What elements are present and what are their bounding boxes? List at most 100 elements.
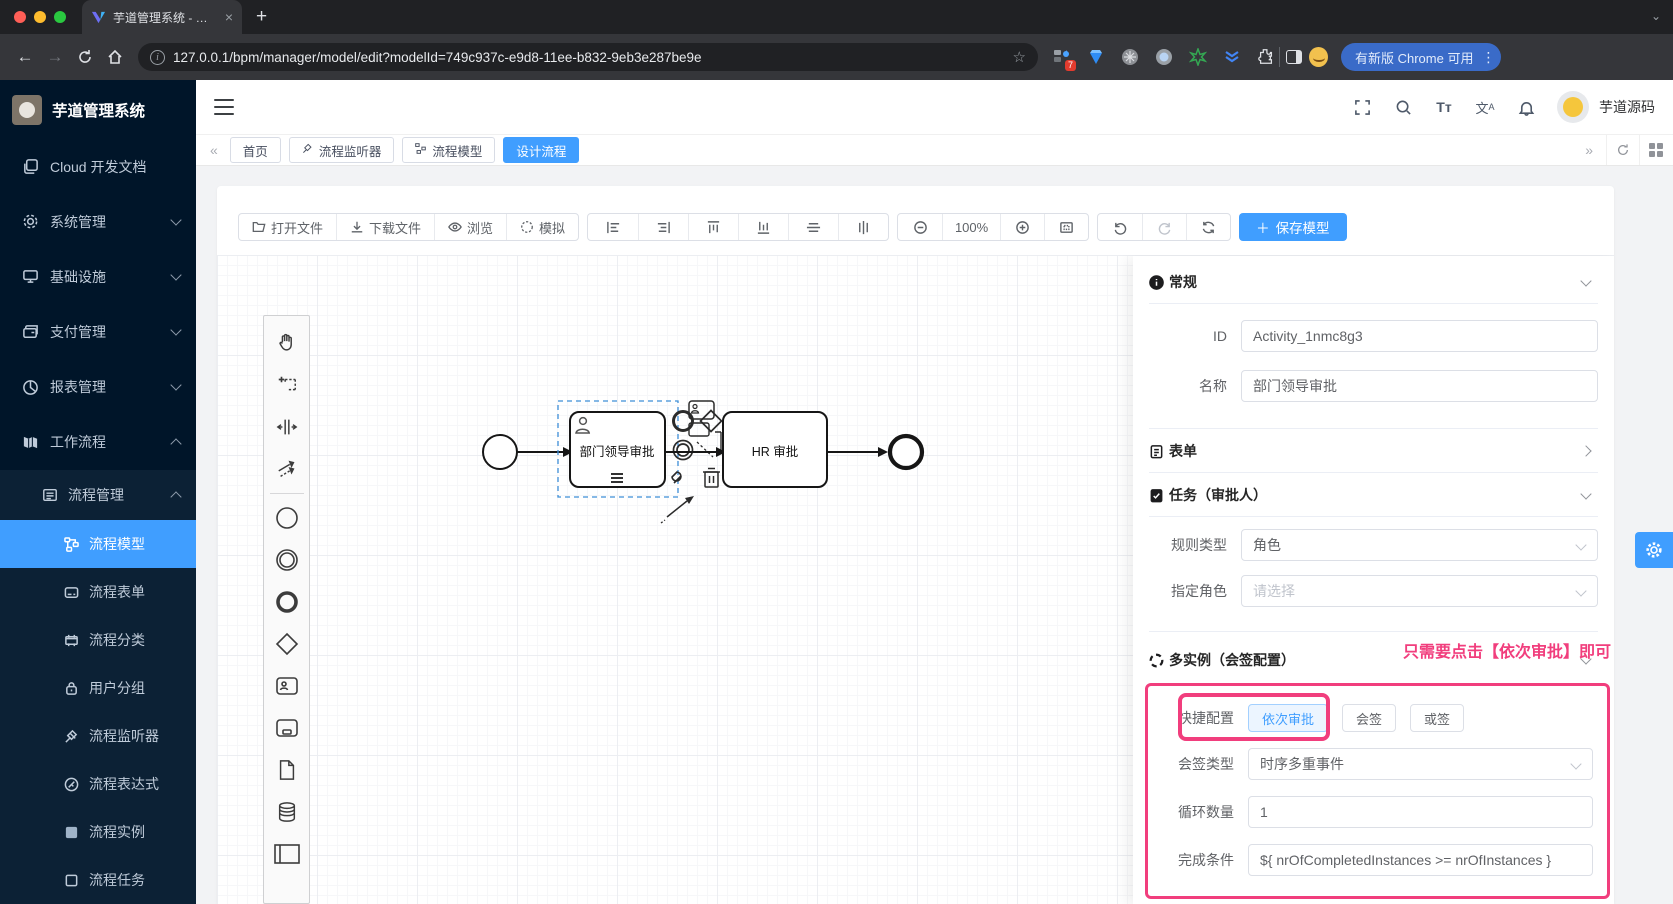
- sidebar-item-report[interactable]: 报表管理: [0, 360, 196, 415]
- context-pad[interactable]: [660, 400, 723, 524]
- palette-hand-tool[interactable]: [267, 322, 307, 364]
- align-left-button[interactable]: [588, 214, 638, 240]
- sidebar-item-workflow[interactable]: 工作流程: [0, 415, 196, 470]
- align-center-vertical-button[interactable]: [838, 214, 888, 240]
- extension-circle-icon[interactable]: [1120, 48, 1139, 67]
- palette-gateway[interactable]: [267, 623, 307, 665]
- sign-type-select[interactable]: 时序多重事件: [1248, 748, 1593, 780]
- theme-settings-button[interactable]: [1635, 532, 1673, 568]
- palette-user-task[interactable]: [267, 665, 307, 707]
- page-tab-design[interactable]: 设计流程: [503, 137, 580, 163]
- preview-button[interactable]: 浏览: [434, 214, 506, 240]
- section-form[interactable]: 表单: [1149, 429, 1598, 472]
- section-general[interactable]: 常规: [1149, 260, 1598, 303]
- open-file-button[interactable]: 打开文件: [239, 214, 336, 240]
- complete-condition-input[interactable]: [1248, 844, 1593, 876]
- section-task-assignee[interactable]: 任务（审批人）: [1149, 473, 1598, 516]
- user-avatar[interactable]: [1557, 91, 1589, 123]
- undo-button[interactable]: [1098, 214, 1142, 240]
- profile-avatar[interactable]: [1309, 47, 1328, 67]
- quick-option-orsign[interactable]: 或签: [1410, 704, 1465, 732]
- refresh-page-icon[interactable]: [1616, 143, 1630, 157]
- quick-option-countersign[interactable]: 会签: [1342, 704, 1397, 732]
- zoom-in-button[interactable]: [1000, 214, 1044, 240]
- window-controls[interactable]: [14, 11, 66, 23]
- palette-lasso-tool[interactable]: [267, 364, 307, 406]
- extension-ring-icon[interactable]: [1154, 48, 1173, 67]
- sidebar-item-process-management[interactable]: 流程管理: [0, 470, 196, 520]
- zoom-fit-button[interactable]: [1044, 214, 1088, 240]
- extensions-puzzle-icon[interactable]: [1256, 48, 1275, 67]
- url-text[interactable]: 127.0.0.1/bpm/manager/model/edit?modelId…: [173, 50, 1005, 65]
- loop-count-input[interactable]: [1248, 796, 1593, 828]
- quick-option-sequential[interactable]: 依次审批: [1248, 704, 1329, 732]
- translate-icon[interactable]: 文A: [1475, 97, 1495, 117]
- sidebar-item-user-group[interactable]: 用户分组: [0, 664, 196, 712]
- extension-adblock-icon[interactable]: 7: [1052, 48, 1076, 71]
- font-size-icon[interactable]: Tᴛ: [1434, 97, 1454, 117]
- palette-start-event[interactable]: [267, 497, 307, 539]
- id-input[interactable]: [1241, 320, 1598, 352]
- name-input[interactable]: [1241, 370, 1598, 402]
- tab-search-icon[interactable]: ⌄: [1651, 9, 1661, 23]
- download-file-button[interactable]: 下载文件: [336, 214, 434, 240]
- rule-type-select[interactable]: 角色: [1241, 529, 1598, 561]
- close-tab-icon[interactable]: ×: [225, 10, 233, 24]
- bookmark-star-icon[interactable]: ☆: [1013, 48, 1026, 66]
- palette-file[interactable]: [267, 749, 307, 791]
- tabs-scroll-right-icon[interactable]: »: [1581, 142, 1597, 158]
- collapse-menu-icon[interactable]: [214, 99, 234, 115]
- align-bottom-button[interactable]: [738, 214, 788, 240]
- site-info-icon[interactable]: i: [150, 49, 165, 65]
- sidebar-item-payment[interactable]: 支付管理: [0, 305, 196, 360]
- sidebar-item-cloud-docs[interactable]: Cloud 开发文档: [0, 139, 196, 194]
- sidebar-item-process-model[interactable]: 流程模型: [0, 520, 196, 569]
- pad-trash-icon[interactable]: [703, 467, 720, 488]
- extension-star-icon[interactable]: [1188, 48, 1207, 67]
- forward-button[interactable]: →: [40, 42, 70, 72]
- page-tab-home[interactable]: 首页: [229, 137, 281, 163]
- palette-participant-pool[interactable]: [267, 833, 307, 875]
- restart-button[interactable]: [1186, 214, 1230, 240]
- save-model-button[interactable]: ＋ 保存模型: [1239, 213, 1347, 241]
- pad-connection-arrow[interactable]: [666, 500, 688, 518]
- bpmn-canvas[interactable]: 部门领导审批 HR 审批 常规 ID Activity_1nmc8g3 名称 部…: [217, 255, 1614, 904]
- extension-gem-icon[interactable]: [1086, 48, 1105, 67]
- palette-subprocess[interactable]: [267, 707, 307, 749]
- page-tab-listener[interactable]: 流程监听器: [288, 137, 395, 163]
- extension-chevrons-icon[interactable]: [1222, 48, 1241, 67]
- layout-grid-icon[interactable]: [1649, 143, 1663, 157]
- align-right-button[interactable]: [638, 214, 688, 240]
- palette-data-store[interactable]: [267, 791, 307, 833]
- start-event-shape[interactable]: [482, 434, 518, 470]
- sidebar-item-process-instance[interactable]: 流程实例: [0, 808, 196, 856]
- sidebar-item-process-expression[interactable]: 流程表达式: [0, 760, 196, 808]
- pad-append-gateway[interactable]: [699, 409, 723, 433]
- palette-space-tool[interactable]: [267, 406, 307, 448]
- browser-tab[interactable]: 芋道管理系统 - 设计流程 ×: [82, 0, 242, 34]
- role-select[interactable]: 请选择: [1241, 575, 1598, 607]
- sidebar-item-process-listener[interactable]: 流程监听器: [0, 712, 196, 760]
- pad-wrench-icon[interactable]: [671, 471, 682, 484]
- side-panel-icon[interactable]: [1284, 48, 1303, 67]
- palette-intermediate-event[interactable]: [267, 539, 307, 581]
- chrome-update-button[interactable]: 有新版 Chrome 可用 ⋮: [1341, 43, 1502, 71]
- pad-connect-tool[interactable]: [696, 441, 714, 458]
- sidebar-item-process-form[interactable]: 流程表单: [0, 568, 196, 616]
- align-center-horizontal-button[interactable]: [788, 214, 838, 240]
- align-top-button[interactable]: [688, 214, 738, 240]
- zoom-window-button[interactable]: [54, 11, 66, 23]
- sidebar-item-process-category[interactable]: 流程分类: [0, 616, 196, 664]
- palette-end-event[interactable]: [267, 581, 307, 623]
- address-bar[interactable]: i 127.0.0.1/bpm/manager/model/edit?model…: [138, 43, 1038, 71]
- task-hr-approve[interactable]: HR 审批: [722, 411, 828, 488]
- sidebar-item-process-task[interactable]: 流程任务: [0, 856, 196, 904]
- task-department-approve[interactable]: 部门领导审批: [569, 411, 666, 488]
- simulate-button[interactable]: 模拟: [506, 214, 578, 240]
- home-button[interactable]: [100, 42, 130, 72]
- back-button[interactable]: ←: [10, 42, 40, 72]
- zoom-out-button[interactable]: [898, 214, 942, 240]
- close-window-button[interactable]: [14, 11, 26, 23]
- browser-menu-icon[interactable]: ⋮: [1481, 49, 1495, 66]
- page-tab-model[interactable]: 流程模型: [402, 137, 496, 163]
